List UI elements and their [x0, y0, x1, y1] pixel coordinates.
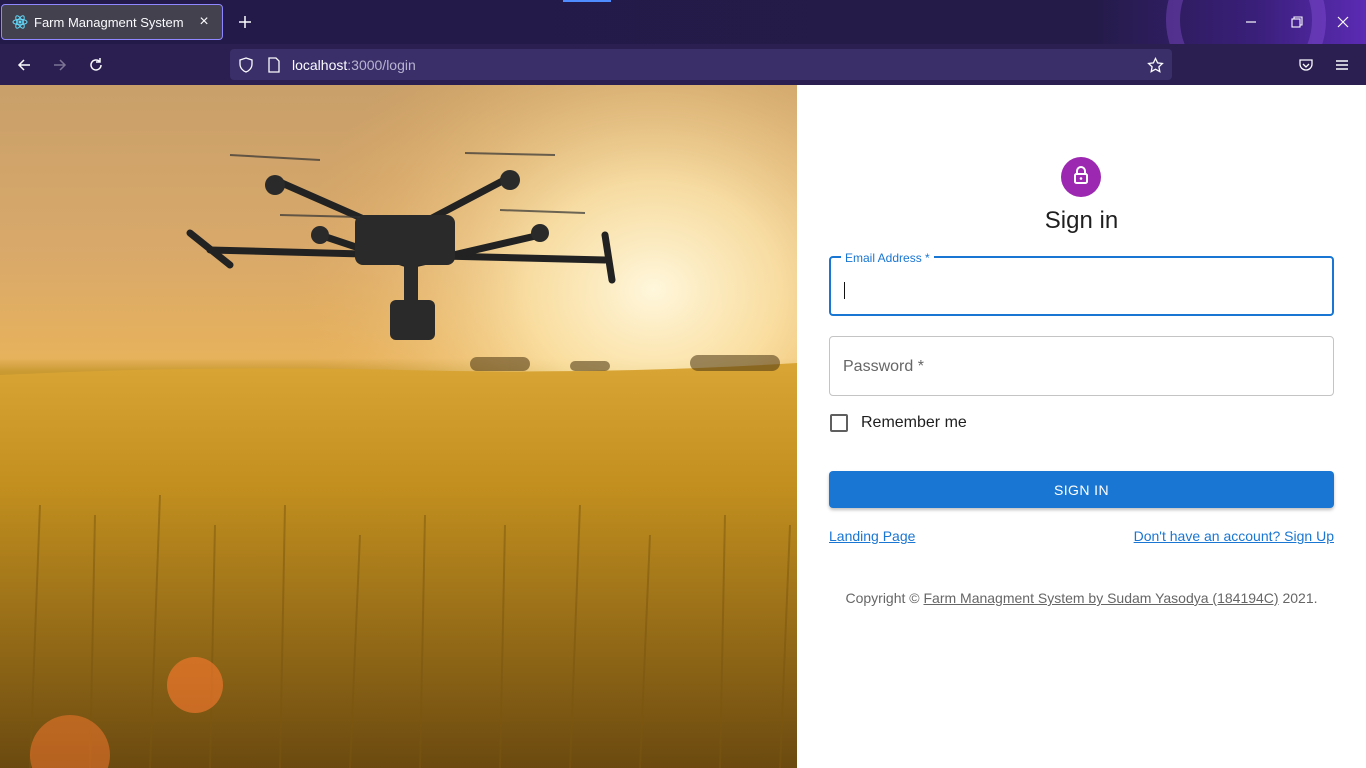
sign-up-link[interactable]: Don't have an account? Sign Up	[1134, 528, 1334, 544]
login-panel: Sign in Email Address * Password * Remem…	[797, 85, 1366, 768]
page-icon[interactable]	[265, 56, 283, 74]
password-field[interactable]: Password *	[829, 336, 1334, 396]
hero-image-drone-field	[0, 85, 797, 768]
email-field[interactable]: Email Address *	[829, 252, 1334, 316]
bookmark-star-icon[interactable]	[1146, 56, 1164, 74]
browser-tab[interactable]: Farm Managment System ×	[1, 4, 223, 40]
tab-loading-indicator	[563, 0, 611, 2]
pocket-icon[interactable]	[1294, 53, 1318, 77]
tab-title: Farm Managment System	[34, 14, 184, 30]
lock-avatar	[1061, 157, 1101, 197]
menu-icon[interactable]	[1330, 53, 1354, 77]
password-label: Password *	[843, 358, 924, 375]
react-icon	[12, 14, 28, 30]
reload-icon[interactable]	[84, 53, 108, 77]
copyright-suffix: 2021.	[1278, 590, 1318, 606]
browser-nav-bar: localhost:3000/login	[0, 44, 1366, 85]
sign-in-button[interactable]: SIGN IN	[829, 471, 1334, 508]
copyright-prefix: Copyright ©	[845, 590, 924, 606]
new-tab-button[interactable]	[233, 10, 257, 34]
landing-page-link[interactable]: Landing Page	[829, 528, 915, 544]
minimize-icon[interactable]	[1239, 10, 1263, 34]
browser-tab-bar: Farm Managment System ×	[0, 0, 1366, 100]
copyright: Copyright © Farm Managment System by Sud…	[797, 590, 1366, 606]
copyright-link[interactable]: Farm Managment System by Sudam Yasodya (…	[923, 590, 1278, 606]
back-icon[interactable]	[12, 53, 36, 77]
restore-icon[interactable]	[1285, 10, 1309, 34]
remember-me[interactable]: Remember me	[829, 414, 967, 432]
url-bar[interactable]: localhost:3000/login	[230, 49, 1172, 80]
close-tab-icon[interactable]: ×	[196, 13, 212, 31]
remember-label: Remember me	[861, 414, 967, 431]
close-window-icon[interactable]	[1331, 10, 1355, 34]
url-text: localhost:3000/login	[292, 57, 416, 73]
email-label: Email Address *	[841, 252, 934, 264]
page-title: Sign in	[1044, 207, 1119, 234]
url-host: localhost	[292, 56, 348, 73]
shield-icon[interactable]	[237, 56, 255, 74]
remember-checkbox[interactable]	[830, 414, 848, 432]
forward-icon[interactable]	[48, 53, 72, 77]
lock-icon	[1071, 165, 1091, 190]
text-caret	[844, 282, 845, 299]
url-path: :3000/login	[347, 56, 416, 73]
